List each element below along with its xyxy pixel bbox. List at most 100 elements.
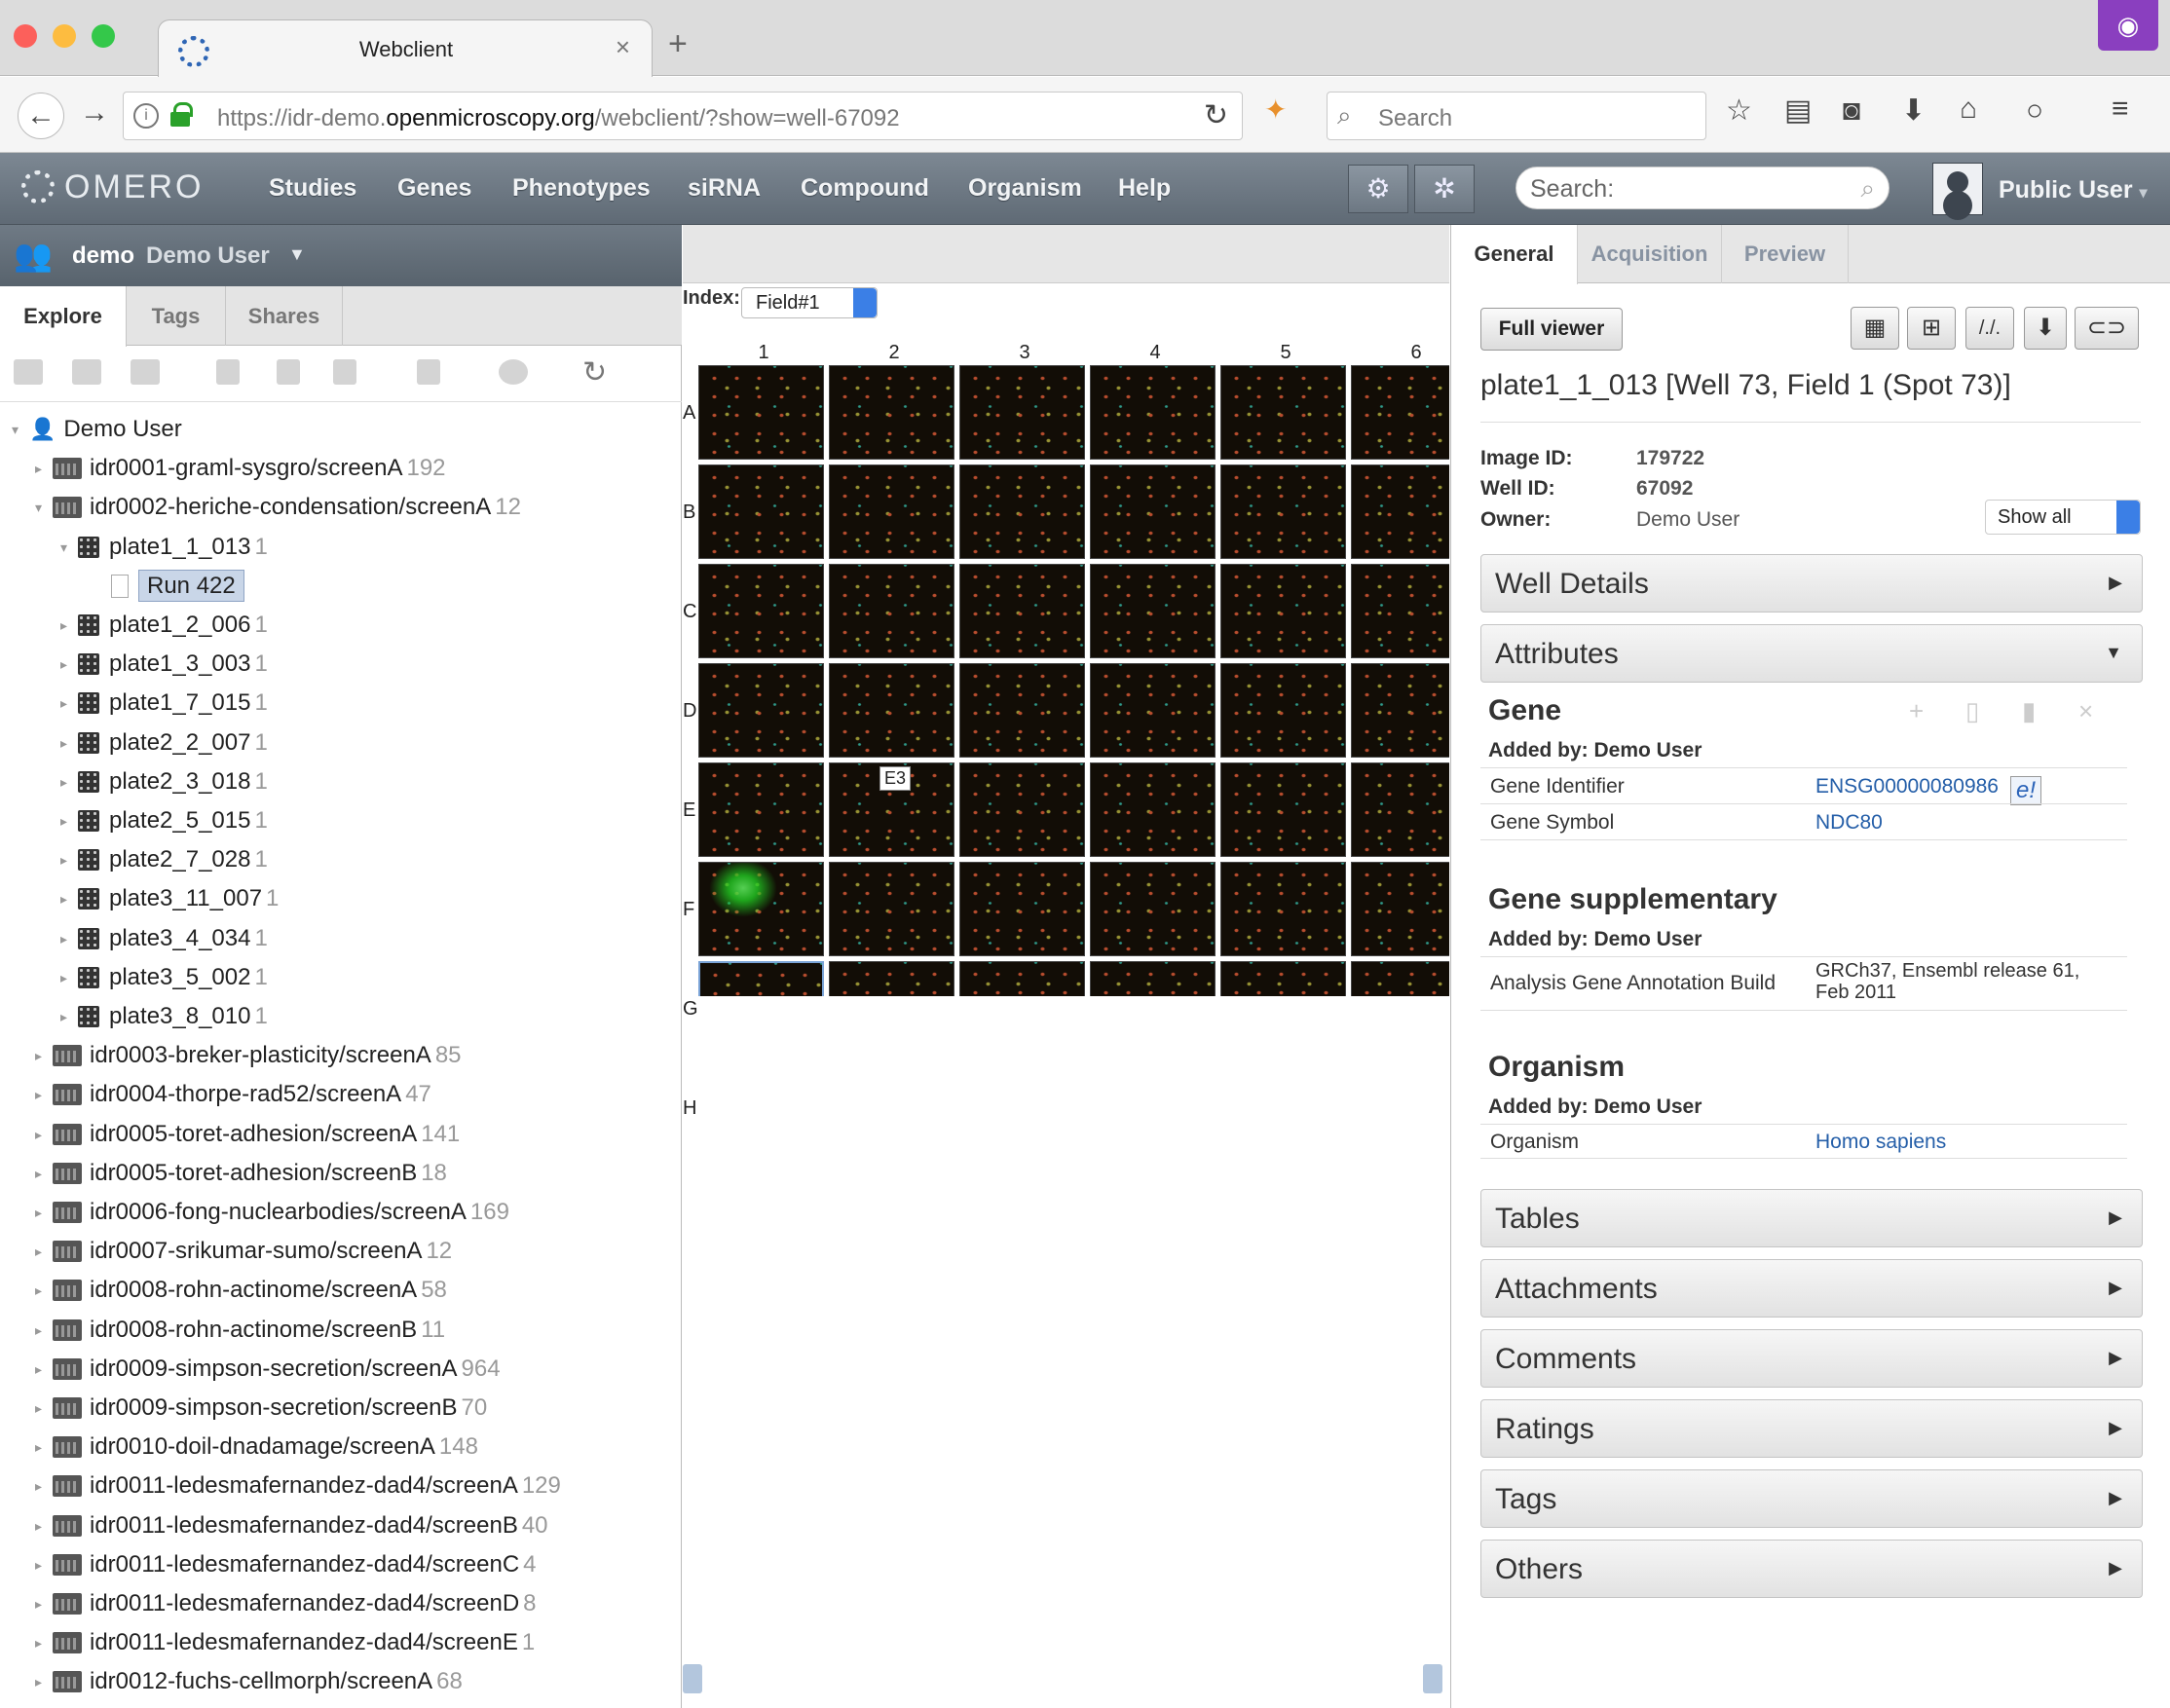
well-thumbnail[interactable]: [959, 961, 1085, 996]
new-folder-icon[interactable]: [14, 359, 43, 385]
omero-search-input[interactable]: Search: ⌕: [1515, 167, 1889, 209]
well-thumbnail[interactable]: [829, 663, 954, 758]
hierarchy-icon[interactable]: ⊞: [1907, 307, 1956, 350]
copy-icon[interactable]: ▯: [1965, 696, 1979, 726]
tree-node-screen[interactable]: ▸ idr0011-ledesmafernandez-dad4/screenB 40: [35, 1506, 548, 1545]
well-thumbnail[interactable]: [1090, 762, 1216, 857]
tree-node-plate[interactable]: ▸ plate3_8_010 1: [60, 997, 268, 1036]
well-thumbnail[interactable]: [1351, 564, 1449, 658]
well-thumbnail[interactable]: [698, 961, 824, 996]
well-thumbnail[interactable]: [1351, 862, 1449, 956]
menu-help[interactable]: Help: [1118, 174, 1171, 203]
tree-node-plate[interactable]: ▸ plate2_7_028 1: [60, 840, 268, 879]
delete-icon[interactable]: [417, 359, 440, 385]
tab-shares[interactable]: Shares: [226, 286, 343, 346]
menu-genes[interactable]: Genes: [397, 174, 471, 203]
tree-node-screen[interactable]: ▸ idr0011-ledesmafernandez-dad4/screenE 1: [35, 1623, 535, 1662]
tree-node-plate[interactable]: ▸ plate1_7_015 1: [60, 684, 268, 723]
well-thumbnail[interactable]: [829, 464, 954, 559]
roi-icon[interactable]: /./.: [1965, 307, 2014, 350]
bookmark-star-icon[interactable]: ☆: [1726, 96, 1752, 126]
gene-symbol-link[interactable]: NDC80: [1815, 811, 1883, 835]
tree-node-screen[interactable]: ▸ idr0010-doil-dnadamage/screenA 148: [35, 1428, 478, 1467]
scripts-button[interactable]: ✲: [1414, 165, 1475, 213]
tree-node-plate[interactable]: ▸ plate1_2_006 1: [60, 606, 268, 645]
copy-icon[interactable]: [277, 359, 300, 385]
download-icon[interactable]: ⬇: [2024, 307, 2067, 350]
tree-node-screen[interactable]: ▸ idr0009-simpson-secretion/screenA 964: [35, 1350, 501, 1389]
well-thumbnail[interactable]: [1351, 762, 1449, 857]
expand-toggle-icon[interactable]: ▾: [12, 410, 29, 449]
hamburger-menu-icon[interactable]: ≡: [2112, 94, 2129, 124]
gene-identifier-link[interactable]: ENSG00000080986: [1815, 775, 1999, 798]
accordion-others[interactable]: Others ▶: [1480, 1540, 2143, 1598]
well-thumbnail[interactable]: [1220, 862, 1346, 956]
menu-studies[interactable]: Studies: [269, 174, 356, 203]
downloads-icon[interactable]: ⬇: [1901, 96, 1926, 126]
delete-icon[interactable]: ×: [2078, 696, 2093, 726]
well-details-accordion[interactable]: Well Details ▶: [1480, 554, 2143, 613]
tree-node-screen[interactable]: ▸ idr0011-ledesmafernandez-dad4/screenA 12…: [35, 1467, 561, 1505]
menu-organism[interactable]: Organism: [968, 174, 1082, 203]
show-all-select[interactable]: Show all: [1985, 500, 2141, 535]
paste-icon[interactable]: ▮: [2022, 696, 2036, 726]
omero-logo[interactable]: OMERO: [21, 168, 204, 206]
user-avatar[interactable]: [1932, 163, 1983, 215]
tree-node-screen[interactable]: ▸ idr0004-thorpe-rad52/screenA 47: [35, 1075, 431, 1114]
expand-toggle-icon[interactable]: ▸: [35, 1232, 53, 1271]
tab-acquisition[interactable]: Acquisition: [1578, 225, 1722, 283]
expand-toggle-icon[interactable]: ▸: [60, 684, 78, 723]
tree-node-plate[interactable]: ▸ plate2_5_015 1: [60, 801, 268, 840]
tab-general[interactable]: General: [1451, 225, 1578, 284]
expand-toggle-icon[interactable]: ▸: [35, 1584, 53, 1623]
pocket-icon[interactable]: ◙: [1843, 96, 1860, 126]
well-thumbnail[interactable]: [829, 365, 954, 460]
close-window-button[interactable]: [14, 24, 37, 48]
expand-toggle-icon[interactable]: ▸: [35, 1154, 53, 1193]
expand-toggle-icon[interactable]: ▸: [35, 1428, 53, 1467]
expand-toggle-icon[interactable]: ▸: [35, 1506, 53, 1545]
tab-tags[interactable]: Tags: [127, 286, 226, 346]
well-thumbnail[interactable]: [698, 663, 824, 758]
expand-toggle-icon[interactable]: ▸: [60, 879, 78, 918]
ensembl-icon[interactable]: e!: [2010, 776, 2041, 805]
cut-icon[interactable]: [216, 359, 240, 385]
expand-toggle-icon[interactable]: ▸: [60, 919, 78, 958]
tree-node-screen[interactable]: ▸ idr0011-ledesmafernandez-dad4/screenD 8: [35, 1584, 537, 1623]
home-icon[interactable]: ⌂: [1960, 94, 1977, 124]
tree-node-plate[interactable]: ▸ plate1_3_003 1: [60, 645, 268, 684]
add-icon[interactable]: +: [1909, 696, 1924, 726]
tree-node-screen[interactable]: ▸ idr0007-srikumar-sumo/screenA 12: [35, 1232, 452, 1271]
well-thumbnail[interactable]: [698, 564, 824, 658]
browser-tab[interactable]: Webclient ×: [158, 19, 653, 77]
expand-toggle-icon[interactable]: ▸: [35, 1623, 53, 1662]
well-thumbnail[interactable]: [959, 564, 1085, 658]
expand-toggle-icon[interactable]: ▸: [35, 1075, 53, 1114]
info-icon[interactable]: i: [133, 103, 159, 129]
browser-search-box[interactable]: ⌕ Search: [1327, 92, 1706, 140]
tree-node-screen[interactable]: ▸ idr0008-rohn-actinome/screenB 11: [35, 1311, 445, 1350]
expand-toggle-icon[interactable]: ▾: [35, 488, 53, 527]
expand-toggle-icon[interactable]: ▸: [35, 1311, 53, 1350]
expand-toggle-icon[interactable]: ▸: [35, 1271, 53, 1310]
zoom-window-button[interactable]: [92, 24, 115, 48]
tree-node-plate[interactable]: ▸ plate2_3_018 1: [60, 762, 268, 801]
url-bar[interactable]: i https://idr-demo.openmicroscopy.org/we…: [123, 92, 1243, 140]
expand-toggle-icon[interactable]: ▸: [35, 449, 53, 488]
forward-button[interactable]: →: [80, 98, 109, 128]
public-user-menu[interactable]: Public User ▾: [1999, 176, 2148, 204]
tree-node-screen[interactable]: ▸ idr0005-toret-adhesion/screenB 18: [35, 1154, 447, 1193]
tree-node-screen[interactable]: ▸ idr0009-simpson-secretion/screenB 70: [35, 1389, 487, 1428]
minimize-window-button[interactable]: [53, 24, 76, 48]
expand-toggle-icon[interactable]: ▾: [60, 528, 78, 567]
accordion-comments[interactable]: Comments ▶: [1480, 1329, 2143, 1388]
expand-toggle-icon[interactable]: ▸: [60, 958, 78, 997]
accordion-tags[interactable]: Tags ▶: [1480, 1469, 2143, 1528]
tab-preview[interactable]: Preview: [1722, 225, 1849, 283]
group-user-switcher[interactable]: 👥 demo Demo User ▼: [0, 225, 682, 286]
tree-node-run[interactable]: Run 422: [94, 567, 244, 606]
chevron-down-icon[interactable]: ▼: [288, 244, 306, 265]
attributes-accordion[interactable]: Attributes ▼: [1480, 624, 2143, 683]
reload-icon[interactable]: ↻: [1204, 98, 1228, 132]
well-thumbnail[interactable]: [959, 464, 1085, 559]
